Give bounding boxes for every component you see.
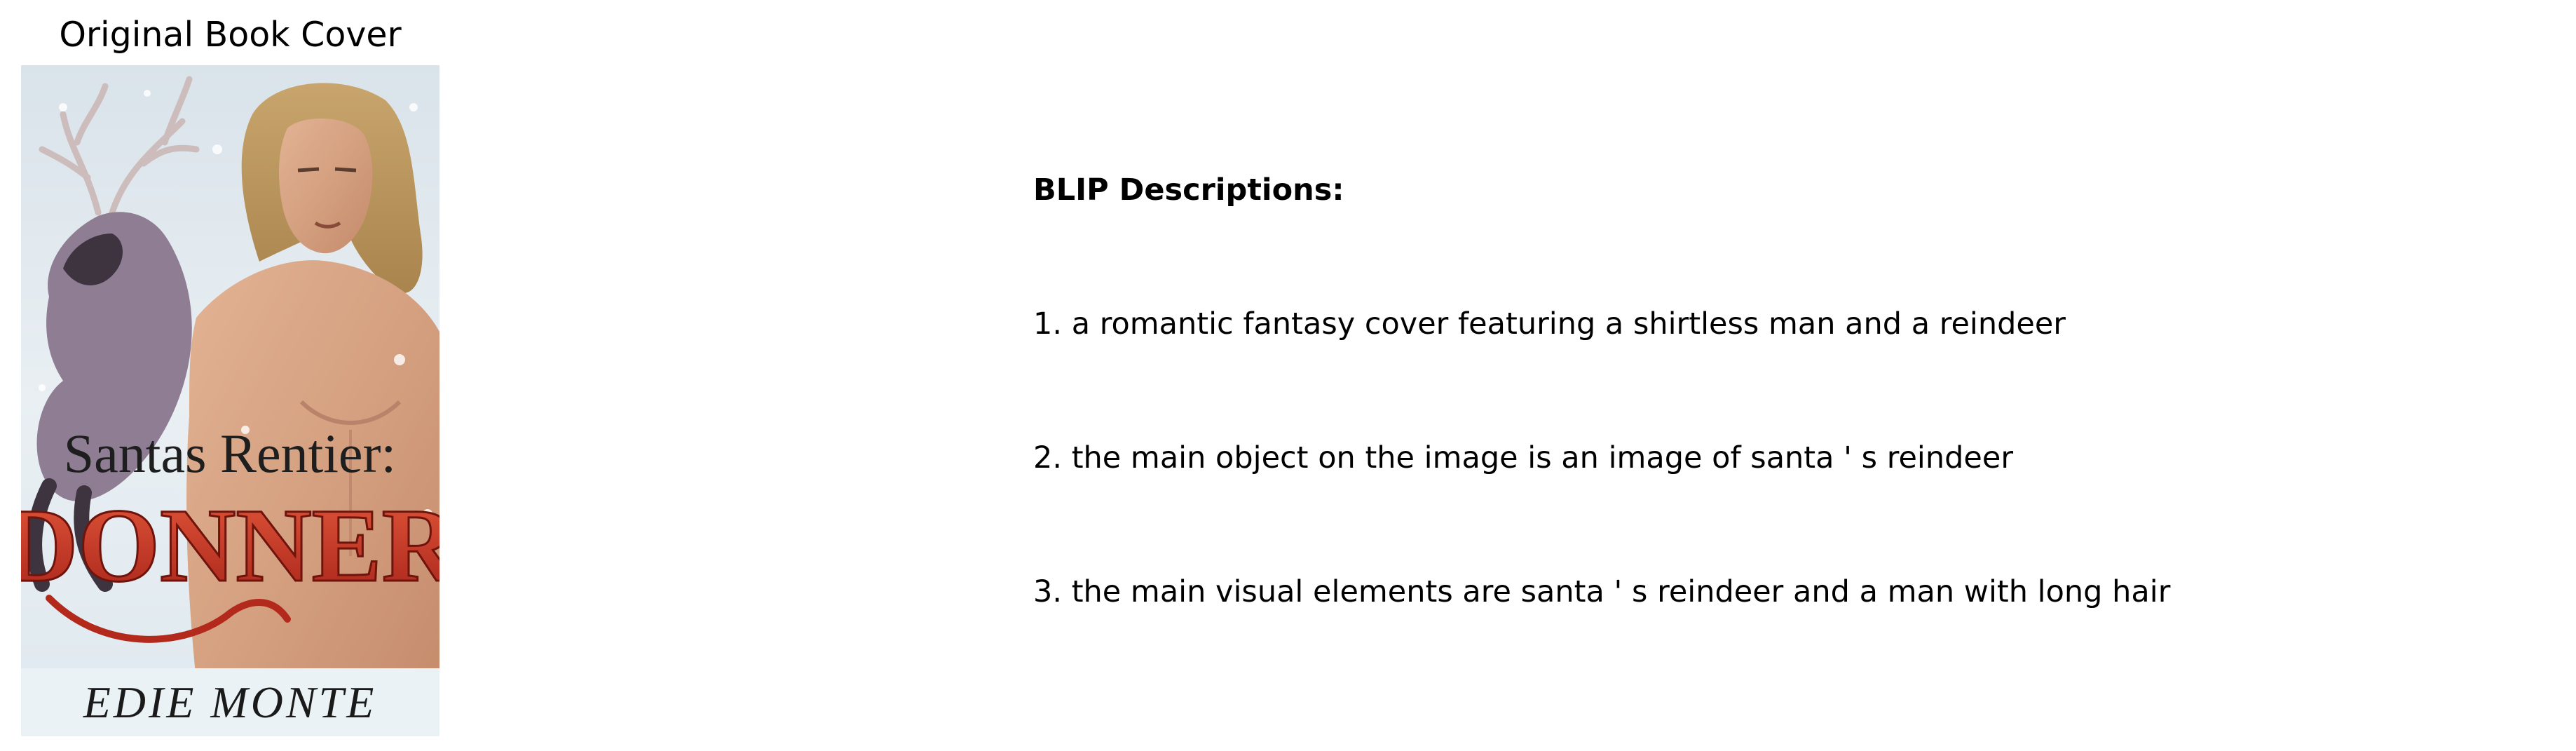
cover-heading: Original Book Cover [59, 15, 402, 55]
cover-author: EDIE MONTE [83, 677, 377, 727]
cover-title-text: DONNER [21, 487, 439, 604]
description-item-1: 1. a romantic fantasy cover featuring a … [1033, 306, 2066, 341]
cover-subtitle: Santas Rentier: [64, 423, 396, 484]
descriptions-header: BLIP Descriptions: [1033, 172, 1344, 208]
book-cover-image: Santas Rentier: DONNER EDIE MONTE [21, 65, 439, 736]
description-item-3: 3. the main visual elements are santa ' … [1033, 574, 2171, 609]
description-item-2: 2. the main object on the image is an im… [1033, 440, 2014, 475]
book-cover-illustration: Santas Rentier: DONNER EDIE MONTE [21, 65, 439, 736]
